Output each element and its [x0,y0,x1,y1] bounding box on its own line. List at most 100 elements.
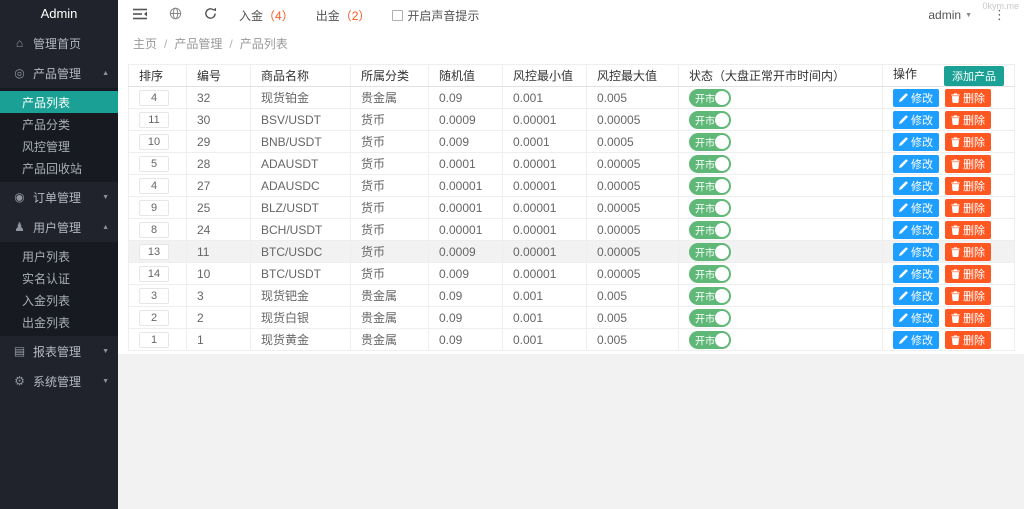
withdraw-notice-button[interactable]: 出金（2） [305,0,382,30]
delete-button[interactable]: 删除 [945,199,991,217]
breadcrumb-item[interactable]: 主页 [133,35,157,52]
sidebar-item-user[interactable]: ♟用户管理▲ [0,212,118,242]
sidebar-item-home[interactable]: ⌂管理首页 [0,28,118,58]
sort-input[interactable] [139,332,169,348]
delete-button[interactable]: 删除 [945,287,991,305]
language-globe-button[interactable] [158,0,193,30]
sort-input[interactable] [139,200,169,216]
pencil-icon [899,247,908,256]
toggle-knob-icon [715,113,729,127]
user-menu-button[interactable]: admin ▼ [917,8,983,22]
submenu-product: 产品列表产品分类风控管理产品回收站 [0,88,118,182]
deposit-notice-button[interactable]: 入金（4） [228,0,305,30]
delete-button[interactable]: 删除 [945,309,991,327]
trash-icon [951,269,960,279]
sort-input[interactable] [139,222,169,238]
status-toggle-label: 开市 [695,310,715,325]
sidebar-item-report[interactable]: ▤报表管理▼ [0,336,118,366]
sidebar-item-risk-manage[interactable]: 风控管理 [0,135,118,157]
refresh-button[interactable] [193,0,228,30]
status-toggle[interactable]: 开市 [689,243,731,261]
sidebar-item-deposit-list[interactable]: 入金列表 [0,289,118,311]
cell-random-value: 0.09 [429,87,503,109]
edit-button[interactable]: 修改 [893,199,939,217]
breadcrumb: 主页/产品管理/产品列表 [118,30,1024,57]
edit-button[interactable]: 修改 [893,265,939,283]
sort-input[interactable] [139,90,169,106]
sidebar-item-product[interactable]: ◎产品管理▲ [0,58,118,88]
sidebar-item-order[interactable]: ◉订单管理▼ [0,182,118,212]
status-toggle[interactable]: 开市 [689,199,731,217]
edit-button[interactable]: 修改 [893,89,939,107]
cell-product-name: BSV/USDT [251,109,351,131]
delete-button[interactable]: 删除 [945,155,991,173]
sidebar-item-product-category[interactable]: 产品分类 [0,113,118,135]
sort-input[interactable] [139,244,169,260]
sort-input[interactable] [139,178,169,194]
product-icon: ◎ [12,66,27,80]
status-toggle-label: 开市 [695,134,715,149]
edit-button-label: 修改 [911,134,933,150]
sort-input[interactable] [139,288,169,304]
sort-input[interactable] [139,134,169,150]
delete-button[interactable]: 删除 [945,243,991,261]
edit-button[interactable]: 修改 [893,155,939,173]
sort-input[interactable] [139,112,169,128]
toggle-knob-icon [715,223,729,237]
sound-alert-toggle[interactable]: 开启声音提示 [381,0,490,30]
delete-button[interactable]: 删除 [945,89,991,107]
edit-button[interactable]: 修改 [893,309,939,327]
sidebar-item-product-list[interactable]: 产品列表 [0,91,118,113]
edit-button[interactable]: 修改 [893,243,939,261]
sidebar-item-realname-auth[interactable]: 实名认证 [0,267,118,289]
status-toggle[interactable]: 开市 [689,331,731,349]
sidebar-collapse-button[interactable] [122,0,158,30]
sidebar-item-product-recycle[interactable]: 产品回收站 [0,157,118,179]
status-toggle[interactable]: 开市 [689,133,731,151]
edit-button[interactable]: 修改 [893,331,939,349]
sidebar-subitem-label: 出金列表 [22,314,70,331]
delete-button[interactable]: 删除 [945,221,991,239]
sort-input[interactable] [139,266,169,282]
status-toggle[interactable]: 开市 [689,287,731,305]
edit-button[interactable]: 修改 [893,133,939,151]
status-toggle[interactable]: 开市 [689,111,731,129]
edit-button[interactable]: 修改 [893,221,939,239]
sidebar-item-withdraw-list[interactable]: 出金列表 [0,311,118,333]
status-toggle[interactable]: 开市 [689,89,731,107]
delete-button[interactable]: 删除 [945,133,991,151]
table-row: 25BLZ/USDT货币0.000010.000010.00005开市修改删除 [129,197,1015,219]
sidebar-item-system[interactable]: ⚙系统管理▼ [0,366,118,396]
cell-risk-max: 0.00005 [587,153,679,175]
collapse-menu-icon [133,8,147,23]
sidebar-item-user-list[interactable]: 用户列表 [0,245,118,267]
breadcrumb-item[interactable]: 产品管理 [174,35,222,52]
edit-button[interactable]: 修改 [893,177,939,195]
cell-risk-max: 0.00005 [587,109,679,131]
status-toggle[interactable]: 开市 [689,177,731,195]
trash-icon [951,115,960,125]
cell-risk-min: 0.00001 [503,175,587,197]
cell-category: 贵金属 [351,307,429,329]
sort-input[interactable] [139,310,169,326]
delete-button-label: 删除 [963,178,985,194]
sort-input[interactable] [139,156,169,172]
delete-button[interactable]: 删除 [945,111,991,129]
status-toggle[interactable]: 开市 [689,309,731,327]
cell-id: 3 [187,285,251,307]
status-toggle[interactable]: 开市 [689,265,731,283]
cell-product-name: 现货钯金 [251,285,351,307]
pencil-icon [899,335,908,344]
pencil-icon [899,269,908,278]
edit-button[interactable]: 修改 [893,111,939,129]
cell-risk-max: 0.005 [587,329,679,351]
edit-button[interactable]: 修改 [893,287,939,305]
delete-button[interactable]: 删除 [945,331,991,349]
status-toggle[interactable]: 开市 [689,221,731,239]
status-toggle[interactable]: 开市 [689,155,731,173]
add-product-button[interactable]: 添加产品 [944,66,1004,86]
sound-checkbox[interactable] [392,10,403,21]
delete-button[interactable]: 删除 [945,265,991,283]
user-icon: ♟ [12,220,27,234]
delete-button[interactable]: 删除 [945,177,991,195]
